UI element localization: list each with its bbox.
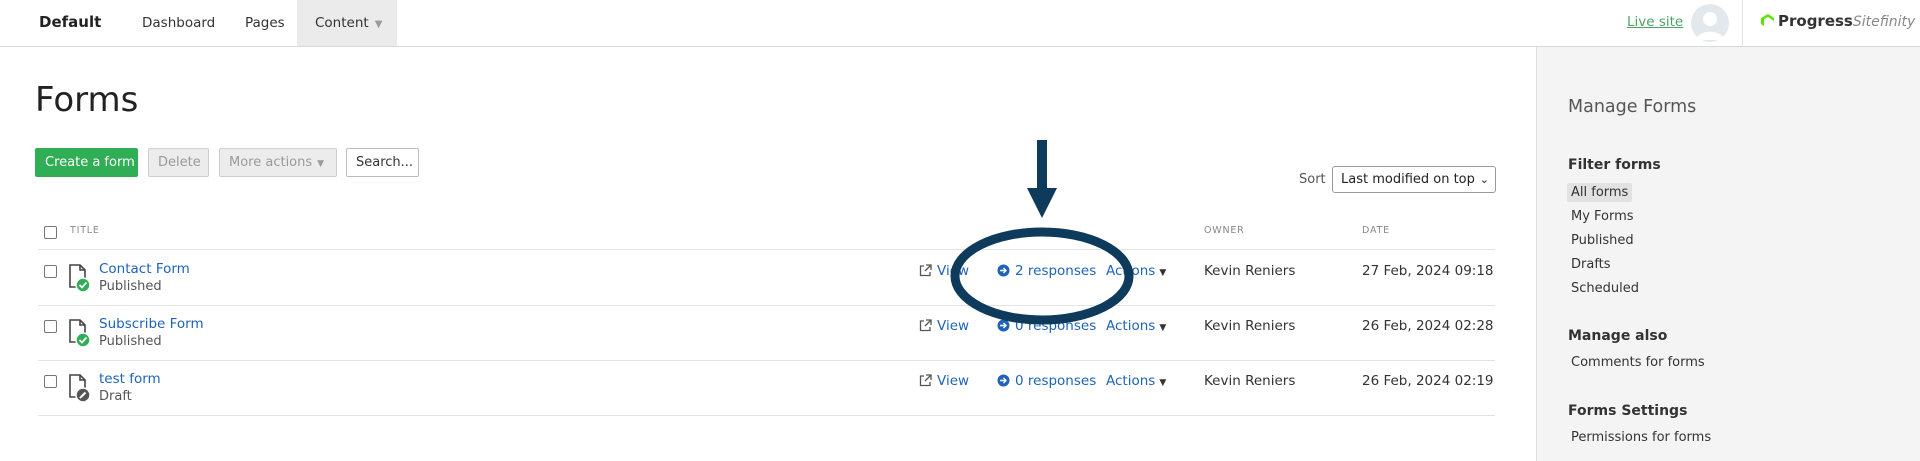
top-bar: Default Dashboard Pages Content ▼ Live si… xyxy=(0,0,1920,47)
actions-label: Actions xyxy=(1106,373,1156,389)
responses-label: 2 responses xyxy=(1015,263,1097,279)
brand-name: Progress xyxy=(1778,12,1853,30)
caret-down-icon: ▼ xyxy=(374,19,383,30)
form-published-icon xyxy=(69,264,91,293)
annotation-arrow-shaft xyxy=(1037,140,1047,188)
column-title: TITLE xyxy=(70,225,100,236)
date-cell: 26 Feb, 2024 02:19 xyxy=(1362,373,1494,389)
caret-down-icon: ▼ xyxy=(317,159,325,169)
date-cell: 26 Feb, 2024 02:28 xyxy=(1362,318,1494,334)
live-site-link[interactable]: Live site xyxy=(1627,14,1683,30)
arrow-circle-right-icon xyxy=(997,264,1010,277)
manage-also-heading: Manage also xyxy=(1568,328,1668,344)
external-link-icon xyxy=(919,264,932,277)
view-link[interactable]: View xyxy=(919,373,969,389)
actions-menu[interactable]: Actions ▼ xyxy=(1106,373,1166,389)
form-status: Published xyxy=(99,334,162,349)
sort-label: Sort xyxy=(1299,172,1326,187)
filter-scheduled[interactable]: Scheduled xyxy=(1571,281,1639,296)
form-draft-icon xyxy=(69,374,91,403)
view-label: View xyxy=(937,373,970,389)
more-actions-button[interactable]: More actions ▼ xyxy=(219,148,337,177)
forms-settings-heading: Forms Settings xyxy=(1568,403,1688,419)
sort-selected-value: Last modified on top xyxy=(1341,172,1475,187)
annotation-arrow-head xyxy=(1027,188,1057,218)
responses-link[interactable]: 0 responses xyxy=(997,373,1096,389)
sidebar-title: Manage Forms xyxy=(1568,97,1697,117)
user-icon xyxy=(1696,12,1724,40)
view-label: View xyxy=(937,263,970,279)
user-avatar[interactable] xyxy=(1691,4,1729,42)
view-link[interactable]: View xyxy=(919,263,969,279)
responses-link[interactable]: 2 responses xyxy=(997,263,1096,279)
row-checkbox[interactable] xyxy=(44,320,57,333)
delete-button[interactable]: Delete xyxy=(148,148,209,177)
filter-all-forms[interactable]: All forms xyxy=(1567,183,1633,202)
sort-select[interactable]: Last modified on top ⌄ xyxy=(1332,166,1496,193)
responses-label: 0 responses xyxy=(1015,373,1097,389)
row-checkbox[interactable] xyxy=(44,265,57,278)
comments-for-forms-link[interactable]: Comments for forms xyxy=(1571,355,1705,370)
filter-published[interactable]: Published xyxy=(1571,233,1634,248)
nav-dashboard[interactable]: Dashboard xyxy=(142,0,215,46)
caret-down-icon: ▼ xyxy=(1159,323,1167,333)
table-header: TITLE OWNER DATE xyxy=(38,220,1495,250)
form-status: Draft xyxy=(99,389,132,404)
actions-label: Actions xyxy=(1106,318,1156,334)
arrow-circle-right-icon xyxy=(997,319,1010,332)
form-title-link[interactable]: Subscribe Form xyxy=(99,316,204,332)
filter-drafts[interactable]: Drafts xyxy=(1571,257,1611,272)
form-status: Published xyxy=(99,279,162,294)
table-row: Subscribe Form Published View 0 response… xyxy=(38,306,1495,361)
responses-label: 0 responses xyxy=(1015,318,1097,334)
owner-cell: Kevin Reniers xyxy=(1204,318,1296,334)
select-all-checkbox[interactable] xyxy=(44,226,57,239)
actions-menu[interactable]: Actions ▼ xyxy=(1106,318,1166,334)
responses-link[interactable]: 0 responses xyxy=(997,318,1096,334)
form-published-icon xyxy=(69,319,91,348)
table-row: test form Draft View 0 responses Actions… xyxy=(38,361,1495,416)
brand-logo: ProgressSitefinity xyxy=(1759,12,1915,30)
owner-cell: Kevin Reniers xyxy=(1204,263,1296,279)
external-link-icon xyxy=(919,374,932,387)
date-cell: 27 Feb, 2024 09:18 xyxy=(1362,263,1494,279)
column-date: DATE xyxy=(1362,225,1390,236)
form-title-link[interactable]: test form xyxy=(99,371,161,387)
table-row: Contact Form Published View 2 responses … xyxy=(38,251,1495,306)
manage-forms-sidebar: Manage Forms Filter forms All forms My F… xyxy=(1536,47,1920,461)
site-selector[interactable]: Default xyxy=(39,13,101,31)
brand-product: Sitefinity xyxy=(1852,14,1916,30)
actions-label: Actions xyxy=(1106,263,1156,279)
actions-menu[interactable]: Actions ▼ xyxy=(1106,263,1166,279)
nav-pages[interactable]: Pages xyxy=(245,0,285,46)
column-owner: OWNER xyxy=(1204,225,1245,236)
owner-cell: Kevin Reniers xyxy=(1204,373,1296,389)
caret-down-icon: ▼ xyxy=(1159,378,1167,388)
nav-content-label: Content xyxy=(315,15,369,31)
permissions-for-forms-link[interactable]: Permissions for forms xyxy=(1571,430,1711,445)
view-link[interactable]: View xyxy=(919,318,969,334)
page-title: Forms xyxy=(35,80,139,120)
nav-content[interactable]: Content ▼ xyxy=(297,0,397,46)
row-checkbox[interactable] xyxy=(44,375,57,388)
arrow-circle-right-icon xyxy=(997,374,1010,387)
filter-forms-heading: Filter forms xyxy=(1568,157,1661,173)
external-link-icon xyxy=(919,319,932,332)
progress-logo-icon xyxy=(1761,14,1774,26)
filter-my-forms[interactable]: My Forms xyxy=(1571,209,1634,224)
create-form-button[interactable]: Create a form xyxy=(35,148,138,177)
view-label: View xyxy=(937,318,970,334)
top-divider xyxy=(1742,0,1743,46)
more-actions-label: More actions xyxy=(229,155,313,170)
form-title-link[interactable]: Contact Form xyxy=(99,261,190,277)
search-button[interactable]: Search... xyxy=(346,148,419,177)
caret-down-icon: ▼ xyxy=(1159,268,1167,278)
chevron-down-icon: ⌄ xyxy=(1479,173,1489,186)
